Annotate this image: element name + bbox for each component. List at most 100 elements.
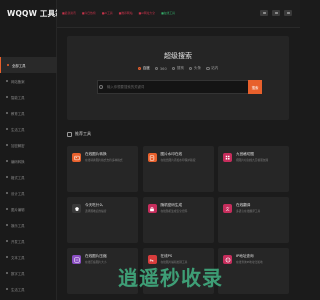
- sidebar-item-life-2[interactable]: 生活工具: [0, 281, 57, 297]
- radio-icon: [137, 66, 142, 71]
- engine-site[interactable]: 站内: [206, 66, 218, 71]
- search-icon: [99, 84, 103, 89]
- site-logo[interactable]: WQQW 工具箱: [7, 8, 63, 19]
- tool-card[interactable]: 在线图片转换 在线转换图片格式支持多种格式: [67, 146, 138, 192]
- bullet-icon: [6, 128, 8, 130]
- tool-name: 在线PS: [160, 254, 173, 258]
- chef-icon: [72, 204, 81, 213]
- tool-card[interactable]: 九宫格切图 把图片切割成九宫格朋友圈: [218, 146, 289, 192]
- tool-card[interactable]: 随机密码生成 在线随机生成安全密码: [142, 197, 214, 243]
- engine-baidu[interactable]: 百度: [137, 66, 150, 71]
- tool-name: 图片水印在线: [160, 152, 183, 156]
- top-link-online-tools[interactable]: ■在线工具: [161, 11, 175, 15]
- sidebar-item-label: 格式工具: [11, 175, 25, 180]
- sidebar-item-label: 智能工具: [11, 95, 25, 100]
- sidebar-item-education[interactable]: 教育工具: [0, 105, 57, 121]
- sidebar-item-format[interactable]: 格式工具: [0, 169, 57, 185]
- sidebar-item-entertainment[interactable]: 娱乐工具: [0, 217, 57, 233]
- top-link-ai-tools[interactable]: ■AI工具: [102, 11, 113, 15]
- bullet-icon: [6, 240, 8, 242]
- top-link-ai-directory[interactable]: ■AI网址大全: [139, 11, 156, 15]
- tool-name: 在线翻译: [236, 203, 251, 207]
- search-input[interactable]: [97, 80, 248, 94]
- search-button[interactable]: 搜索: [248, 80, 262, 94]
- svg-text:文: 文: [225, 206, 229, 211]
- top-link-hot[interactable]: ■今日热榜: [82, 11, 96, 15]
- bullet-icon: [6, 272, 8, 274]
- search-card: 超级搜索 百度 360 搜狗 头条 站内 搜索: [67, 36, 289, 120]
- tool-name: 随机密码生成: [160, 203, 183, 207]
- engine-label: 360: [159, 66, 167, 71]
- top-link-recommend[interactable]: ■推荐网站: [119, 11, 133, 15]
- sidebar-item-crypto[interactable]: 加密解密: [0, 137, 57, 153]
- bullet-icon: [6, 144, 8, 146]
- search-title: 超级搜索: [164, 52, 192, 60]
- tool-card[interactable]: 文 在线翻译 多语言在线翻译工具: [218, 197, 289, 243]
- bullet-icon: [6, 256, 8, 258]
- tool-card[interactable]: 今天吃什么 选择困难症的福音: [67, 197, 138, 243]
- sidebar-item-label: 网站备案: [11, 79, 25, 84]
- tool-desc: 在线给图片添加水印保护版权: [160, 157, 196, 162]
- sidebar-nav: 全部工具 网站备案 智能工具 教育工具 生活工具 加密解密 编码转换 格式工具 …: [0, 57, 57, 297]
- top-links: ■最新资讯 ■今日热榜 ■AI工具 ■推荐网站 ■AI网址大全 ■在线工具: [62, 11, 175, 15]
- tool-desc: 选择困难症的福音: [85, 208, 107, 213]
- sidebar-item-design[interactable]: 设计工具: [0, 185, 57, 201]
- sidebar-item-label: 生活工具: [11, 287, 25, 292]
- tools-icon: [67, 131, 72, 137]
- bullet-icon: [6, 192, 8, 194]
- engine-360[interactable]: 360: [154, 66, 167, 71]
- sidebar-item-text[interactable]: 文本工具: [0, 249, 57, 265]
- sidebar-item-number[interactable]: 数字工具: [0, 265, 57, 281]
- tool-desc: 在线查询IP地址归属地: [236, 259, 263, 264]
- sidebar-item-dev[interactable]: 开发工具: [0, 233, 57, 249]
- sidebar-item-ai[interactable]: 智能工具: [0, 89, 57, 105]
- sidebar-item-encoding[interactable]: 编码转换: [0, 153, 57, 169]
- engine-label: 站内: [211, 66, 219, 70]
- engine-sogou[interactable]: 搜狗: [171, 66, 184, 71]
- bullet-icon: [6, 208, 8, 210]
- sidebar: WQQW 工具箱 全部工具 网站备案 智能工具 教育工具 生活工具 加密解密 编…: [0, 0, 63, 300]
- search-engines: 百度 360 搜狗 头条 站内: [67, 66, 289, 71]
- bullet-icon: [6, 96, 8, 98]
- lock-icon: [147, 204, 157, 213]
- tool-desc: 在线随机生成安全密码: [160, 208, 188, 213]
- grid-icon: [223, 153, 232, 162]
- sidebar-item-label: 加密解密: [11, 143, 25, 148]
- engine-label: 头条: [193, 66, 202, 70]
- sidebar-item-label: 全部工具: [12, 63, 26, 68]
- top-link-news[interactable]: ■最新资讯: [62, 11, 76, 15]
- search-box: 搜索: [97, 80, 262, 94]
- tool-name: 今天吃什么: [85, 203, 103, 207]
- sidebar-item-all-tools[interactable]: 全部工具: [0, 57, 57, 73]
- sidebar-item-record[interactable]: 网站备案: [0, 73, 57, 89]
- tool-name: IP地址查询: [236, 254, 254, 258]
- sidebar-item-life[interactable]: 生活工具: [0, 121, 57, 137]
- tool-card[interactable]: 图片水印在线 在线给图片添加水印保护版权: [142, 146, 214, 192]
- top-icons: [260, 10, 292, 16]
- theme-icon[interactable]: [260, 10, 268, 16]
- bullet-icon: [6, 176, 8, 178]
- tool-card[interactable]: IP地址查询 在线查询IP地址归属地: [218, 248, 289, 294]
- sidebar-item-label: 娱乐工具: [11, 223, 25, 228]
- sidebar-item-label: 数字工具: [11, 271, 25, 276]
- sidebar-item-label: 编码转换: [11, 159, 25, 164]
- engine-toutiao[interactable]: 头条: [188, 66, 202, 71]
- sidebar-item-label: 设计工具: [11, 191, 25, 196]
- stamp-icon: [147, 153, 157, 162]
- top-bar: ■最新资讯 ■今日热榜 ■AI工具 ■推荐网站 ■AI网址大全 ■在线工具: [57, 0, 300, 28]
- user-icon[interactable]: [284, 10, 292, 16]
- watermark: 逍遥秒收录: [118, 266, 223, 290]
- bullet-icon: [6, 160, 8, 162]
- compress-icon: [72, 255, 81, 264]
- bullet-icon: [6, 224, 8, 226]
- radio-icon: [206, 66, 210, 71]
- sidebar-item-image-edit[interactable]: 图片编辑: [0, 201, 57, 217]
- tool-desc: 在线转换图片格式支持多种格式: [85, 157, 123, 162]
- radio-icon: [171, 66, 176, 71]
- engine-label: 百度: [142, 66, 150, 70]
- translate-icon: 文: [223, 204, 232, 213]
- bullet-icon: [6, 112, 8, 114]
- tool-name: 在线图片压缩: [85, 254, 107, 258]
- message-icon[interactable]: [272, 10, 280, 16]
- sidebar-item-label: 生活工具: [11, 127, 25, 132]
